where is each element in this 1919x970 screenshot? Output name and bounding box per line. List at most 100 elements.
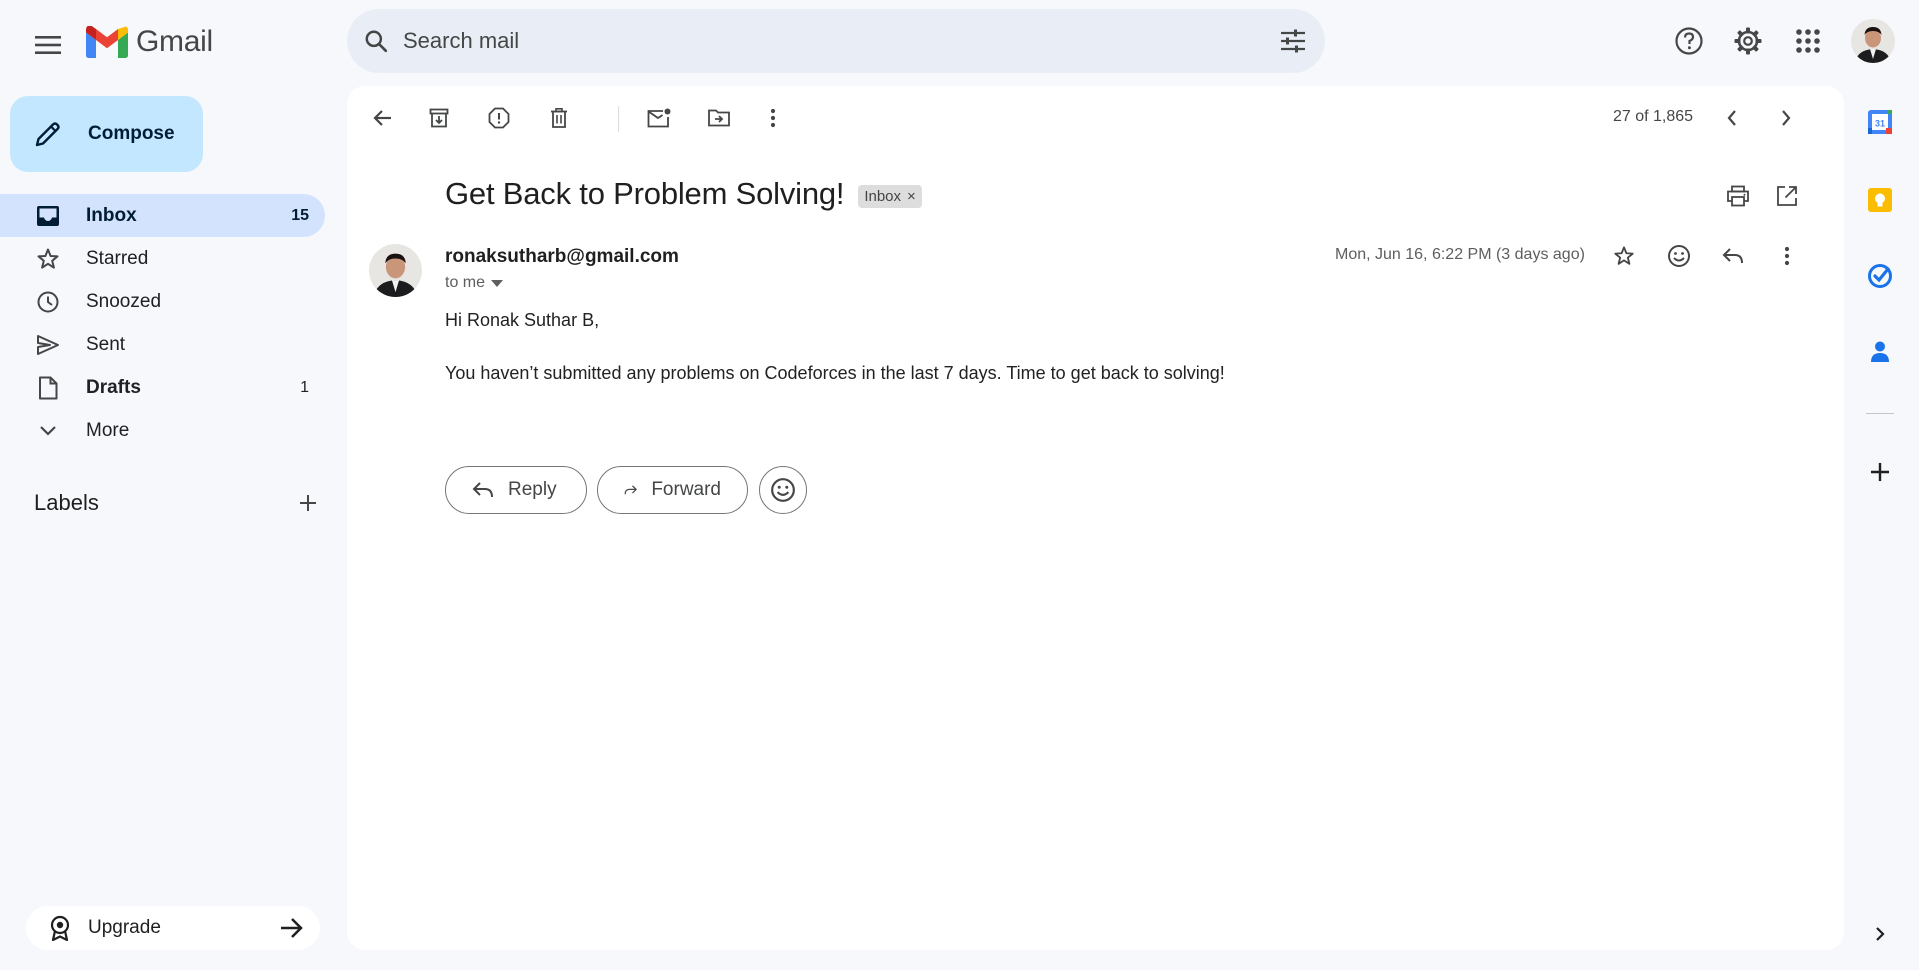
forward-icon <box>624 485 637 495</box>
print-button[interactable] <box>1718 176 1758 216</box>
back-button[interactable] <box>362 98 402 138</box>
settings-button[interactable] <box>1724 17 1772 65</box>
label-chip-inbox[interactable]: Inbox × <box>858 184 922 208</box>
gmail-logo[interactable]: Gmail <box>86 22 213 62</box>
message-view: 27 of 1,865 Get Back to Problem Solving!… <box>347 86 1844 950</box>
search-bar[interactable] <box>347 9 1325 73</box>
move-folder-icon <box>708 109 730 127</box>
star-outline-icon <box>1614 246 1634 265</box>
tasks-check-icon <box>1868 264 1892 288</box>
badge-icon <box>50 915 70 941</box>
draft-document-icon <box>39 376 58 399</box>
more-vert-icon <box>1784 246 1790 266</box>
sidebar-item-sent[interactable]: Sent <box>0 323 325 366</box>
calendar-app-button[interactable]: 31 <box>1862 104 1898 140</box>
email-subject: Get Back to Problem Solving! <box>445 176 845 211</box>
app-name: Gmail <box>136 25 213 58</box>
emoji-icon <box>771 478 795 502</box>
sidebar-item-label: Drafts <box>86 376 141 398</box>
add-reaction-button[interactable] <box>1659 236 1699 276</box>
sender-email[interactable]: ronaksutharb@gmail.com <box>445 246 679 268</box>
open-in-new-icon <box>1777 186 1797 206</box>
reply-button[interactable]: Reply <box>445 466 587 514</box>
toolbar-divider <box>618 106 619 132</box>
contacts-app-button[interactable] <box>1862 334 1898 370</box>
reply-icon <box>1722 248 1743 264</box>
emoji-icon <box>1668 245 1690 267</box>
open-new-window-button[interactable] <box>1767 176 1807 216</box>
forward-button[interactable]: Forward <box>597 466 748 514</box>
email-greeting: Hi Ronak Suthar B, <box>445 310 600 330</box>
sidebar-item-more[interactable]: More <box>0 409 325 452</box>
get-addons-button[interactable] <box>1862 454 1898 490</box>
hamburger-icon <box>35 36 61 54</box>
reply-icon <box>472 482 493 498</box>
emoji-react-button[interactable] <box>759 466 807 514</box>
chevron-right-icon <box>1782 110 1791 126</box>
chevron-right-icon <box>1876 927 1885 941</box>
keep-app-button[interactable] <box>1862 182 1898 218</box>
upgrade-button[interactable]: Upgrade <box>26 906 320 950</box>
move-to-button[interactable] <box>699 98 739 138</box>
sidebar-item-label: Sent <box>86 333 126 355</box>
message-more-button[interactable] <box>1767 236 1807 276</box>
report-spam-button[interactable] <box>479 98 519 138</box>
compose-button[interactable]: Compose <box>10 96 203 172</box>
star-icon <box>37 248 59 269</box>
main-menu-button[interactable] <box>27 24 69 66</box>
account-avatar[interactable] <box>1851 19 1895 63</box>
sidebar-item-inbox[interactable]: Inbox 15 <box>0 194 325 237</box>
sidebar-item-starred[interactable]: Starred <box>0 237 325 280</box>
older-button[interactable] <box>1766 98 1806 138</box>
sidebar-item-label: Inbox <box>86 204 137 226</box>
rail-divider <box>1866 413 1894 414</box>
unread-count: 15 <box>291 206 309 224</box>
plus-icon[interactable] <box>298 493 318 513</box>
trash-icon <box>551 108 567 128</box>
help-icon <box>1675 27 1703 55</box>
star-button[interactable] <box>1604 236 1644 276</box>
gmail-m-icon <box>86 26 128 58</box>
mark-unread-button[interactable] <box>639 98 679 138</box>
subject-line: Get Back to Problem Solving! Inbox × <box>445 176 922 212</box>
user-photo-icon <box>1851 19 1895 63</box>
remove-label-icon[interactable]: × <box>907 188 916 205</box>
pagination-count: 27 of 1,865 <box>1613 108 1694 125</box>
recipient-text: to me <box>445 274 486 291</box>
svg-text:31: 31 <box>1875 119 1885 129</box>
gear-icon <box>1734 27 1762 55</box>
recipient-details[interactable]: to me <box>445 274 504 292</box>
more-actions-button[interactable] <box>753 98 793 138</box>
keep-bulb-icon <box>1868 188 1892 212</box>
apps-grid-icon <box>1796 29 1820 53</box>
sidebar-nav: Inbox 15 Starred Snoozed Sent Drafts 1 M… <box>0 194 325 452</box>
search-icon[interactable] <box>363 28 389 54</box>
archive-button[interactable] <box>419 98 459 138</box>
sidebar-item-drafts[interactable]: Drafts 1 <box>0 366 325 409</box>
tasks-app-button[interactable] <box>1862 258 1898 294</box>
newer-button[interactable] <box>1712 98 1752 138</box>
compose-label: Compose <box>88 123 175 144</box>
print-icon <box>1727 185 1749 207</box>
send-icon <box>37 334 59 355</box>
email-date: Mon, Jun 16, 6:22 PM (3 days ago) <box>1335 246 1585 263</box>
upgrade-label: Upgrade <box>88 917 161 938</box>
search-options-icon[interactable] <box>1279 29 1307 53</box>
show-side-panel-button[interactable] <box>1862 916 1898 952</box>
reply-label: Reply <box>508 479 557 500</box>
plus-icon <box>1871 463 1889 481</box>
delete-button[interactable] <box>539 98 579 138</box>
sender-photo-icon <box>369 244 422 297</box>
mark-unread-icon <box>647 108 671 128</box>
contacts-person-icon <box>1871 341 1889 362</box>
email-body: You haven’t submitted any problems on Co… <box>445 363 1225 383</box>
more-vert-icon <box>770 108 776 128</box>
help-button[interactable] <box>1665 17 1713 65</box>
sidebar-item-snoozed[interactable]: Snoozed <box>0 280 325 323</box>
chevron-down-icon <box>40 425 56 436</box>
reply-icon-button[interactable] <box>1713 236 1753 276</box>
sender-avatar[interactable] <box>369 244 422 297</box>
search-input[interactable] <box>403 28 1279 54</box>
google-apps-button[interactable] <box>1784 17 1832 65</box>
report-icon <box>488 107 510 129</box>
